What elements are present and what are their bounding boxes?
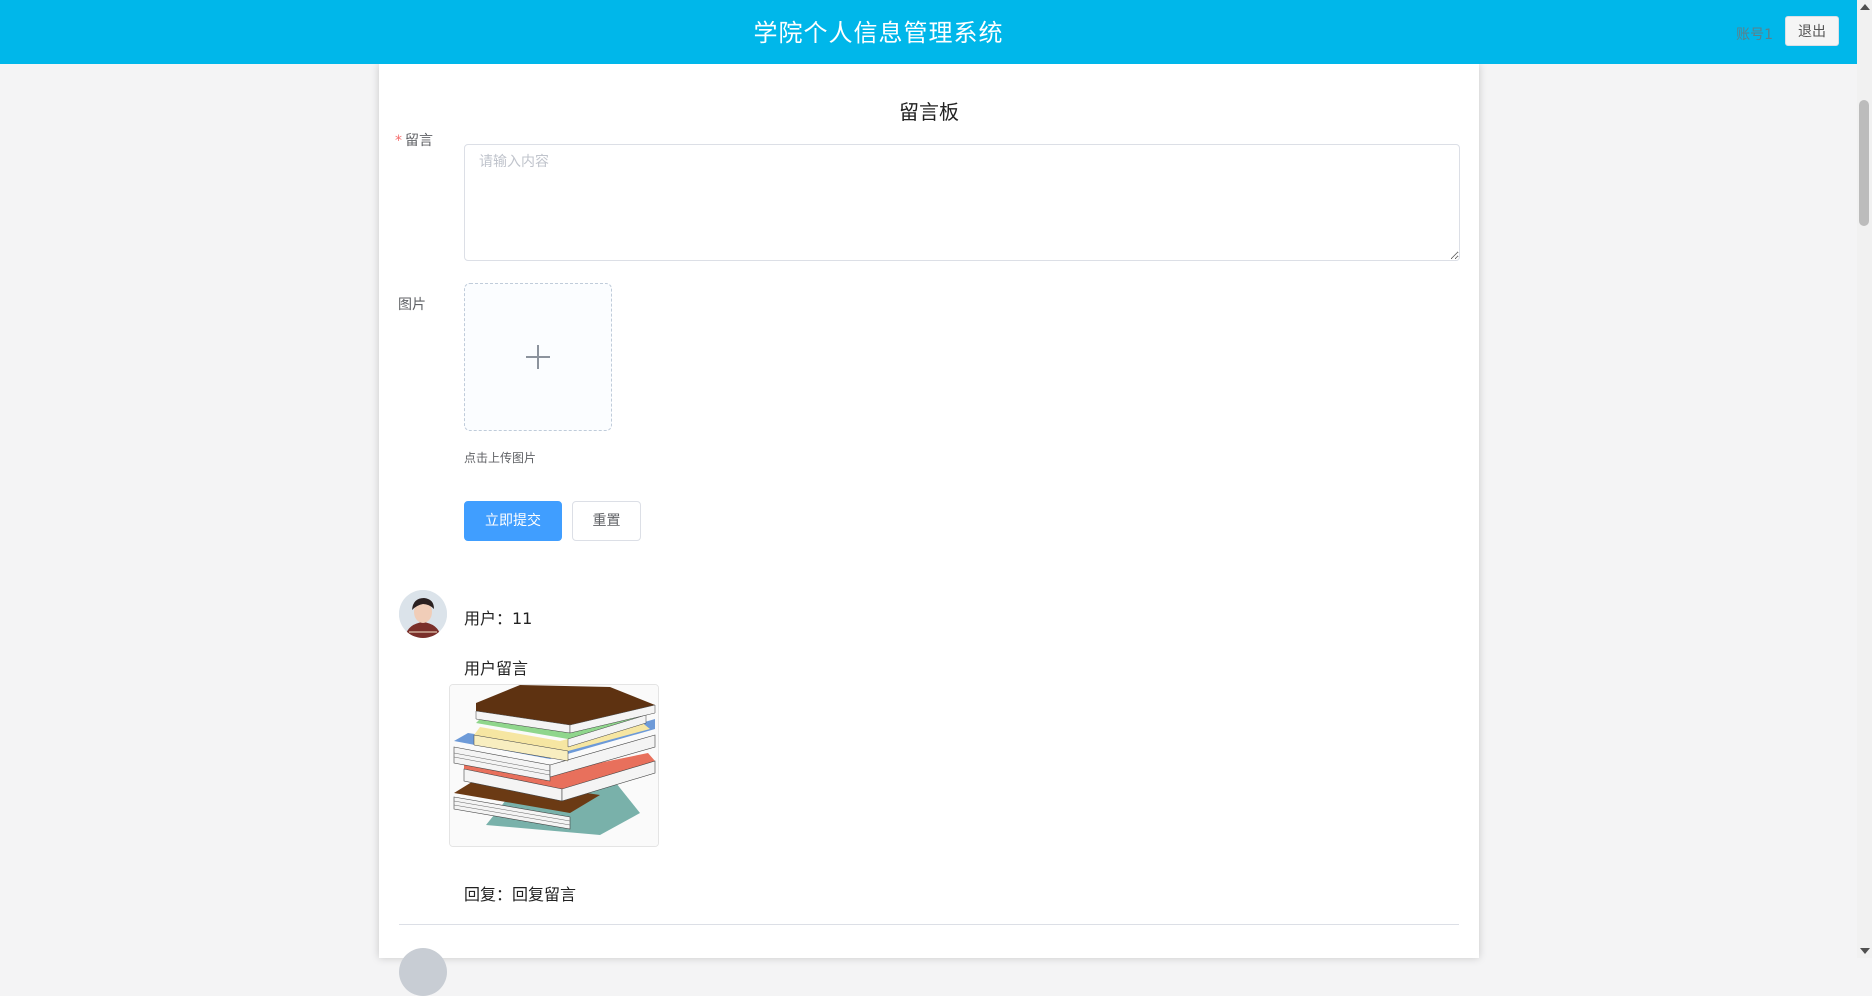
scrollbar-thumb[interactable] [1859, 100, 1869, 226]
page-scrollbar[interactable] [1857, 0, 1872, 958]
plus-icon [526, 345, 550, 369]
image-label: 图片 [398, 297, 426, 313]
message-label-text: 留言 [405, 133, 433, 149]
reset-button[interactable]: 重置 [572, 501, 641, 541]
top-header-bar: 学院个人信息管理系统 账号1 退出 [0, 0, 1857, 64]
message-reply: 回复：回复留言 [464, 885, 577, 904]
submit-button[interactable]: 立即提交 [464, 501, 562, 541]
account-name: 账号1 [1736, 27, 1773, 43]
scroll-up-arrow-icon[interactable] [1860, 4, 1870, 10]
message-label: * 留言 [395, 130, 433, 150]
app-title: 学院个人信息管理系统 [753, 19, 1004, 47]
user-avatar [399, 590, 447, 638]
message-image-books [449, 684, 659, 847]
user-avatar [399, 948, 447, 996]
page-title: 留言板 [899, 100, 959, 124]
message-content: 用户留言 [464, 659, 529, 678]
message-textarea[interactable] [464, 144, 1460, 261]
message-divider [399, 924, 1459, 925]
required-mark: * [395, 133, 402, 149]
message-board-card: 留言板 *留言 图片 点击上传图片 立即提交 重置 用户：11 用户留言 [379, 64, 1479, 996]
scroll-down-arrow-icon[interactable] [1860, 948, 1870, 954]
image-upload-box[interactable] [464, 283, 612, 431]
message-user: 用户：11 [464, 609, 533, 628]
logout-button[interactable]: 退出 [1785, 16, 1839, 46]
upload-tip: 点击上传图片 [464, 451, 537, 465]
